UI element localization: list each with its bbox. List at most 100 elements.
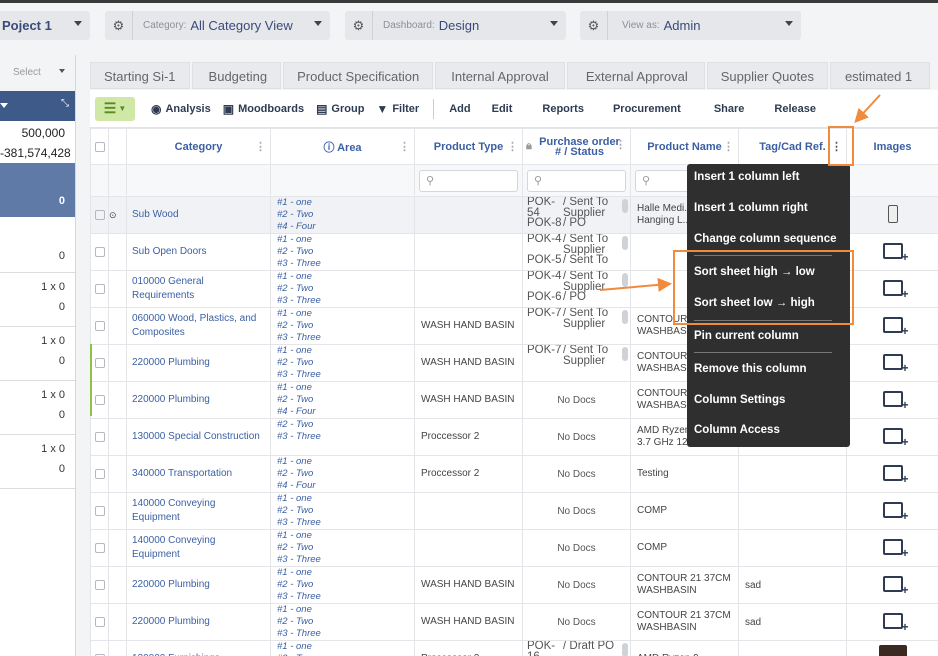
tab-external-approval[interactable]: External Approval bbox=[566, 62, 705, 89]
category-cell[interactable]: 060000 Wood, Plastics, and Composites bbox=[126, 307, 271, 345]
image-cell[interactable] bbox=[846, 344, 938, 382]
image-cell[interactable] bbox=[846, 566, 938, 604]
image-cell[interactable] bbox=[846, 381, 938, 419]
row-checkbox[interactable] bbox=[94, 432, 105, 442]
row-checkbox-cell[interactable] bbox=[90, 492, 109, 530]
row-checkbox[interactable] bbox=[94, 358, 105, 368]
column-menu-icon[interactable]: ⋮ bbox=[255, 140, 266, 153]
po-number[interactable]: POK-4 bbox=[525, 235, 563, 256]
image-cell[interactable] bbox=[846, 233, 938, 271]
row-checkbox-cell[interactable] bbox=[90, 344, 109, 382]
product-type-cell[interactable]: Proccessor 2 bbox=[414, 640, 523, 656]
tag-cell[interactable]: sad bbox=[738, 566, 847, 604]
menu-item-remove-column[interactable]: Remove this column bbox=[694, 363, 806, 375]
group-button[interactable]: ▤ Group bbox=[316, 102, 364, 116]
add-image-icon[interactable] bbox=[882, 612, 909, 634]
menu-item-sort-high-low[interactable]: Sort sheet high → low bbox=[694, 266, 815, 278]
row-checkbox[interactable] bbox=[94, 617, 105, 627]
row-checkbox-cell[interactable] bbox=[90, 640, 109, 656]
product-type-cell[interactable]: WASH HAND BASIN bbox=[414, 603, 523, 641]
po-status-cell[interactable]: POK-54/ Sent To Supplier POK-8/ PO bbox=[522, 196, 631, 234]
menu-toggle-button[interactable]: ☰ ▼ bbox=[95, 96, 135, 121]
column-header-product-name[interactable]: Product Name ⋮ bbox=[630, 128, 739, 165]
column-header-po-status[interactable]: 🔒︎ Purchase order # / Status ⋮ bbox=[522, 128, 631, 165]
table-row[interactable]: 140000 Conveying Equipment #1 - one #2 - T… bbox=[90, 529, 938, 567]
filter-button[interactable]: ▼ Filter bbox=[376, 102, 419, 116]
tab-supplier-quotes[interactable]: Supplier Quotes bbox=[706, 62, 828, 89]
tab-estimated-1[interactable]: estimated 1 bbox=[829, 62, 931, 89]
cell-scrollbar[interactable] bbox=[622, 199, 628, 213]
menu-item-insert-right[interactable]: Insert 1 column right bbox=[694, 202, 808, 214]
tag-cell[interactable]: sad bbox=[738, 603, 847, 641]
select-all-cell[interactable] bbox=[90, 128, 109, 165]
tab-starting-si-1[interactable]: Starting Si-1 bbox=[90, 62, 190, 89]
row-checkbox[interactable] bbox=[94, 469, 105, 479]
area-cell[interactable]: #1 - one #2 - Two #3 - Three bbox=[270, 566, 415, 604]
area-cell[interactable]: #1 - one#2 - Two bbox=[270, 640, 415, 656]
category-cell[interactable]: 140000 Conveying Equipment bbox=[126, 492, 271, 530]
row-checkbox-cell[interactable] bbox=[90, 529, 109, 567]
row-checkbox-cell[interactable] bbox=[90, 418, 109, 456]
gear-icon[interactable]: ⚙ bbox=[105, 11, 133, 40]
table-row[interactable]: 340000 Transportation #1 - one #2 - Two #4 … bbox=[90, 455, 938, 493]
product-type-cell[interactable]: Proccessor 2 bbox=[414, 418, 523, 456]
column-header-tag[interactable]: Tag/Cad Ref. ⋮ bbox=[738, 128, 847, 165]
category-cell[interactable]: 220000 Plumbing bbox=[126, 566, 271, 604]
po-status-cell[interactable]: POK-4/ Sent To Supplier POK-6/ PO bbox=[522, 270, 631, 308]
row-checkbox-cell[interactable] bbox=[90, 270, 109, 308]
row-checkbox[interactable] bbox=[94, 247, 105, 257]
category-cell[interactable]: 120000 Furnishings bbox=[126, 640, 271, 656]
dashboard-select[interactable]: ⚙ Dashboard: Design bbox=[345, 11, 566, 40]
cell-scrollbar[interactable] bbox=[622, 236, 628, 250]
add-image-icon[interactable] bbox=[882, 242, 909, 264]
add-image-icon[interactable] bbox=[882, 353, 909, 375]
image-cell[interactable] bbox=[846, 529, 938, 567]
image-cell[interactable] bbox=[846, 640, 938, 656]
area-cell[interactable]: #2 - Two #3 - Three bbox=[270, 418, 415, 456]
tag-cell[interactable] bbox=[738, 492, 847, 530]
menu-item-column-settings[interactable]: Column Settings bbox=[694, 394, 785, 406]
po-number[interactable]: POK-16 bbox=[525, 642, 563, 656]
area-cell[interactable]: #1 - one #2 - Two #3 - Three bbox=[270, 344, 415, 382]
expand-icon[interactable]: ⊙ bbox=[110, 210, 117, 220]
area-cell[interactable]: #1 - one #2 - Two #3 - Three bbox=[270, 233, 415, 271]
tag-cell[interactable] bbox=[738, 529, 847, 567]
product-type-cell[interactable]: WASH HAND BASIN bbox=[414, 381, 523, 419]
product-name-cell[interactable]: Testing bbox=[630, 455, 739, 493]
category-cell[interactable]: 220000 Plumbing bbox=[126, 381, 271, 419]
row-checkbox[interactable] bbox=[94, 543, 105, 553]
po-status-cell[interactable]: No Docs bbox=[522, 566, 631, 604]
caret-down-icon[interactable] bbox=[0, 103, 8, 108]
moodboards-button[interactable]: ▣ Moodboards bbox=[223, 102, 304, 116]
product-type-cell[interactable]: Proccessor 2 bbox=[414, 455, 523, 493]
edit-button[interactable]: Edit bbox=[492, 103, 513, 115]
row-checkbox[interactable] bbox=[94, 506, 105, 516]
category-cell[interactable]: Sub Open Doors bbox=[126, 233, 271, 271]
po-status-cell[interactable]: No Docs bbox=[522, 381, 631, 419]
row-checkbox[interactable] bbox=[94, 395, 105, 405]
column-menu-icon[interactable]: ⋮ bbox=[399, 140, 410, 153]
po-number[interactable]: POK-54 bbox=[525, 198, 563, 219]
category-cell[interactable]: 140000 Conveying Equipment bbox=[126, 529, 271, 567]
row-checkbox[interactable] bbox=[94, 580, 105, 590]
add-button[interactable]: Add bbox=[449, 103, 470, 115]
add-image-icon[interactable] bbox=[882, 501, 909, 523]
column-menu-icon[interactable]: ⋮ bbox=[615, 140, 626, 151]
table-row[interactable]: 220000 Plumbing #1 - one #2 - Two #3 - Thre… bbox=[90, 566, 938, 604]
row-checkbox-cell[interactable] bbox=[90, 196, 109, 234]
row-checkbox-cell[interactable] bbox=[90, 455, 109, 493]
cell-scrollbar[interactable] bbox=[622, 273, 628, 287]
product-type-cell[interactable]: WASH HAND BASIN bbox=[414, 307, 523, 345]
area-cell[interactable]: #1 - one #2 - Two #4 - Four bbox=[270, 381, 415, 419]
column-menu-icon[interactable]: ⋮ bbox=[507, 140, 518, 153]
tag-cell[interactable] bbox=[738, 640, 847, 656]
add-image-icon[interactable] bbox=[882, 427, 909, 449]
area-cell[interactable]: #1 - one #2 - Two #3 - Three bbox=[270, 492, 415, 530]
category-cell[interactable]: 010000 General Requirements bbox=[126, 270, 271, 308]
category-select[interactable]: ⚙ Category: All Category View bbox=[105, 11, 330, 40]
add-image-icon[interactable] bbox=[882, 316, 909, 338]
image-cell[interactable] bbox=[846, 270, 938, 308]
product-type-cell[interactable]: WASH HAND BASIN bbox=[414, 344, 523, 382]
row-checkbox-cell[interactable] bbox=[90, 603, 109, 641]
menu-item-sort-low-high[interactable]: Sort sheet low → high bbox=[694, 297, 815, 309]
